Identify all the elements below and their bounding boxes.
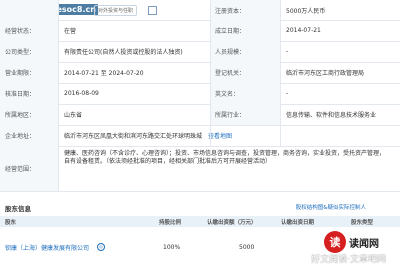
english-name-value: - xyxy=(286,90,289,97)
company-type-value: 有限责任公司(自然人投资或控股的法人独资) xyxy=(64,49,183,56)
divider xyxy=(280,0,281,146)
status-label: 经营状态： xyxy=(0,20,58,41)
equity-structure-link[interactable]: 股权结构图&疑似实际控制人 xyxy=(296,203,366,211)
authority-value: 临沂市河东区工商行政管理局 xyxy=(286,70,365,77)
divider xyxy=(210,0,211,146)
founded-label: 成立日期： xyxy=(210,20,280,41)
status-value: 在营 xyxy=(64,28,77,35)
industry-label: 所属行业： xyxy=(210,104,280,125)
business-scope-row: 经营范围： 健康、医药咨询（不含诊疗、心理咨询）；投资、市场信息咨询与调查，投资… xyxy=(0,146,400,192)
company-type-label: 公司类型： xyxy=(0,41,58,62)
business-scope-value: 健康、医药咨询（不含诊疗、心理咨询）；投资、市场信息咨询与调查，投资管理，商务咨… xyxy=(64,150,386,165)
qr-code-icon[interactable] xyxy=(148,6,157,15)
approval-date-value: 2016-08-09 xyxy=(64,90,99,97)
staff-size-value: - xyxy=(286,48,289,55)
shareholder-name-link[interactable]: 钡康（上海）健康发展有限公司 xyxy=(5,243,89,252)
industry-value: 信息传输、软件和信息技术服务业 xyxy=(286,112,377,119)
col-header-type: 股东类型 xyxy=(347,216,400,227)
divider xyxy=(58,0,59,191)
staff-size-label: 人员规模： xyxy=(210,41,280,62)
info-row: 对外投资与任职 注册资本： 5000万人民币 xyxy=(0,0,400,21)
registered-capital-value: 5000万人民币 xyxy=(286,7,326,15)
info-row: 经营状态： 在营 成立日期： 2014-07-21 xyxy=(0,20,400,42)
info-row: 营业期限： 2014-07-21 至 2024-07-20 登记机关： 临沂市河… xyxy=(0,62,400,84)
table-row: 钡康（上海）健康发展有限公司 ◎ xyxy=(0,227,155,267)
info-row: 企业地址： 临沂市河东区凤凰大街和滨河东路交汇处环球明珠城 查看地图 xyxy=(0,125,400,147)
address-value: 临沂市河东区凤凰大街和滨河东路交汇处环球明珠城 xyxy=(64,133,203,140)
col-header-shareholder: 股东 xyxy=(0,216,155,227)
business-scope-label: 经营范围： xyxy=(0,146,58,191)
region-label: 所属地区： xyxy=(0,104,58,125)
shareholder-section-title: 股东信息 xyxy=(5,205,31,213)
row-label xyxy=(0,0,58,20)
bottom-watermark: 好文阅读·文章吧网 xyxy=(311,255,386,265)
info-row: 所属地区： 山东省 所属行业： 信息传输、软件和信息技术服务业 xyxy=(0,104,400,126)
address-label: 企业地址： xyxy=(0,125,58,146)
founded-value: 2014-07-21 xyxy=(286,27,321,34)
term-label: 营业期限： xyxy=(0,62,58,83)
info-row: 公司类型： 有限责任公司(自然人投资或控股的法人独资) 人员规模： - xyxy=(0,41,400,63)
col-header-amount: 认缴出资额（万元） xyxy=(203,216,277,227)
amount-cell: 5000 xyxy=(239,243,255,251)
ratio-cell: 100% xyxy=(163,243,181,251)
row-value: 对外投资与任职 xyxy=(58,0,210,20)
approval-date-label: 核准日期： xyxy=(0,83,58,104)
view-map-link[interactable]: 查看地图 xyxy=(208,131,232,140)
logo-text: 读闻网 xyxy=(349,238,379,250)
info-row: 核准日期： 2016-08-09 英文名： - xyxy=(0,83,400,105)
registered-capital-label: 注册资本： xyxy=(210,0,280,20)
col-header-ratio: 持股比例 xyxy=(155,216,203,227)
info-icon[interactable]: ◎ xyxy=(97,243,106,251)
term-value: 2014-07-21 至 2024-07-20 xyxy=(64,70,144,77)
english-name-label: 英文名： xyxy=(210,83,280,104)
address-cell: 临沂市河东区凤凰大街和滨河东路交汇处环球明珠城 查看地图 xyxy=(58,125,400,146)
col-header-date: 认缴出资日期 xyxy=(277,216,347,227)
investment-tag[interactable]: 对外投资与任职 xyxy=(94,4,138,16)
authority-label: 登记机关： xyxy=(210,62,280,83)
logo-mark-icon: 读 xyxy=(324,231,346,253)
region-value: 山东省 xyxy=(64,112,83,119)
